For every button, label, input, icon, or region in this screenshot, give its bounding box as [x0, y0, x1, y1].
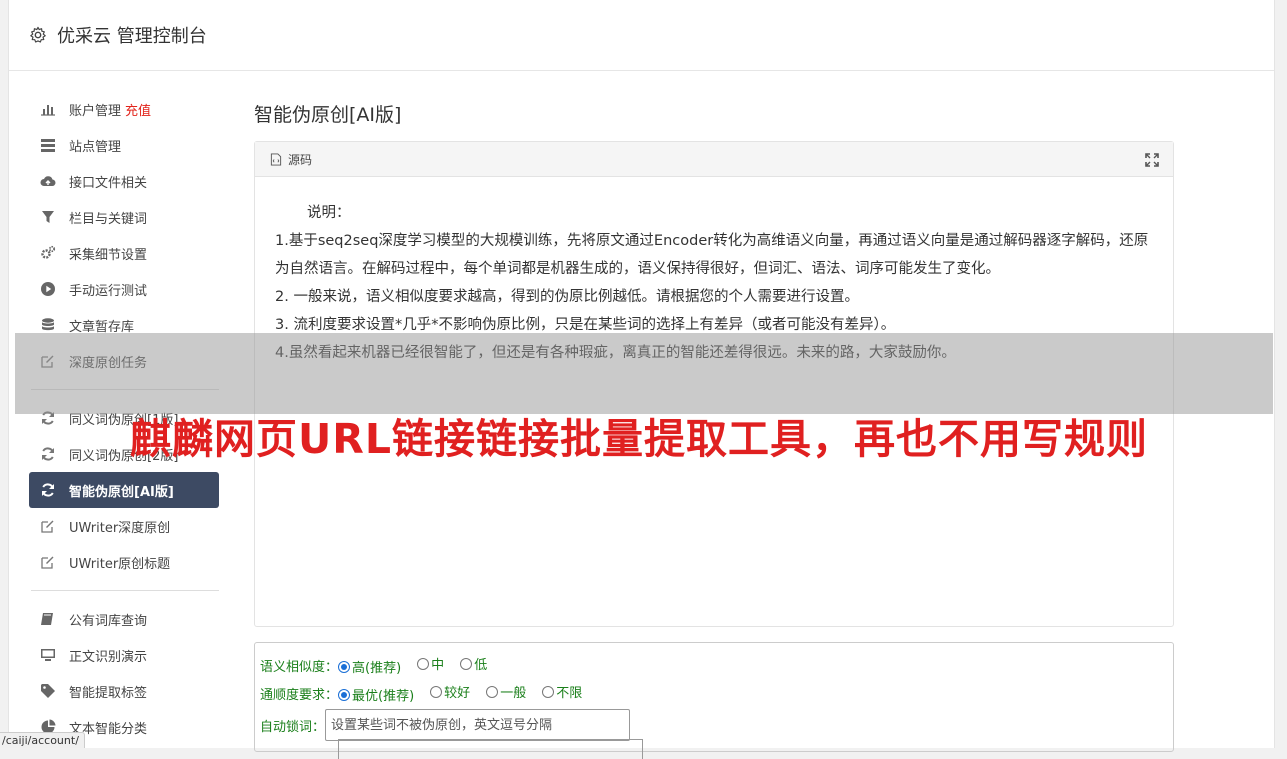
main-content: 智能伪原创[AI版] 源码 说明： 1.基于seq2seq深度学习模型的大规模训…	[254, 101, 1174, 627]
refresh-icon	[40, 446, 56, 462]
sidebar-item-group2-4[interactable]: UWriter原创标题	[29, 544, 219, 580]
fluency-label: 通顺度要求：	[260, 687, 339, 703]
status-bar-url: /caiji/account/	[0, 732, 85, 748]
fluency-option-label: 较好	[444, 686, 471, 701]
refresh-icon	[40, 482, 56, 498]
lock-words-label: 自动锁词：	[260, 719, 326, 735]
fluency-radio-1[interactable]: 较好	[430, 682, 470, 701]
description-heading: 说明：	[307, 205, 351, 221]
source-code-icon[interactable]	[270, 152, 282, 166]
lock-words-input[interactable]	[325, 709, 631, 741]
panel-header: 源码	[255, 142, 1173, 177]
server-list-icon	[40, 137, 56, 153]
radio-button-icon[interactable]	[417, 657, 430, 670]
sidebar-item-group1-2[interactable]: 接口文件相关	[29, 163, 219, 199]
sidebar-item-label: 栏目与关键词	[69, 211, 148, 227]
sidebar-item-group1-0[interactable]: 账户管理 充值	[29, 91, 219, 127]
similarity-row: 语义相似度： 高(推荐) 中 低	[260, 651, 1173, 679]
sidebar-item-label: 智能伪原创[AI版]	[69, 484, 174, 500]
gears-icon	[40, 245, 56, 261]
scrollbar[interactable]	[1277, 0, 1287, 748]
fullscreen-icon[interactable]	[1145, 153, 1159, 167]
similarity-option-label: 中	[431, 658, 445, 673]
cloud-upload-icon	[40, 173, 56, 189]
edit-icon	[40, 518, 56, 534]
sidebar-item-group1-4[interactable]: 采集细节设置	[29, 235, 219, 271]
gear-icon	[30, 26, 46, 43]
sidebar-item-label: 智能提取标签	[69, 685, 148, 701]
similarity-option-label: 低	[474, 658, 488, 673]
sidebar-item-label: 正文识别演示	[69, 649, 148, 665]
sidebar-item-label: UWriter深度原创	[69, 520, 171, 536]
similarity-radio-0[interactable]: 高(推荐)	[338, 657, 401, 676]
sidebar-item-label: 接口文件相关	[69, 175, 148, 191]
panel-header-label[interactable]: 源码	[288, 151, 312, 168]
fluency-radio-3[interactable]: 不限	[542, 682, 582, 701]
sidebar-item-label: 公有词库查询	[69, 613, 148, 629]
sidebar-item-group3-0[interactable]: 公有词库查询	[29, 601, 219, 637]
fluency-radio-0[interactable]: 最优(推荐)	[338, 685, 414, 704]
fluency-radio-2[interactable]: 一般	[486, 682, 526, 701]
bar-chart-icon	[40, 101, 56, 117]
radio-button-icon[interactable]	[338, 660, 351, 673]
gray-overlay-band	[15, 333, 1273, 414]
watermark-banner: 麒麟网页URL链接链接批量提取工具，再也不用写规则	[130, 415, 1148, 463]
sidebar-item-group1-5[interactable]: 手动运行测试	[29, 271, 219, 307]
fluency-option-label: 不限	[556, 686, 583, 701]
sidebar-item-group3-1[interactable]: 正文识别演示	[29, 637, 219, 673]
database-icon	[40, 317, 56, 333]
description-line-1: 1.基于seq2seq深度学习模型的大规模训练，先将原文通过Encoder转化为…	[275, 233, 1149, 277]
secondary-input[interactable]	[338, 739, 643, 759]
description-line-2: 2. 一般来说，语义相似度要求越高，得到的伪原比例越低。请根据您的个人需要进行设…	[275, 289, 859, 305]
radio-button-icon[interactable]	[338, 688, 351, 701]
settings-form: 语义相似度： 高(推荐) 中 低 通顺度要求： 最优(推荐) 较好 一般 不限 自动锁词：	[254, 642, 1174, 759]
monitor-icon	[40, 647, 56, 663]
radio-button-icon[interactable]	[542, 685, 555, 698]
lock-words-row: 自动锁词：	[260, 707, 1173, 743]
sidebar-item-label: 采集细节设置	[69, 247, 148, 263]
sidebar-item-group1-1[interactable]: 站点管理	[29, 127, 219, 163]
sidebar-item-label: 文章暂存库	[69, 319, 135, 335]
sidebar-item-group3-2[interactable]: 智能提取标签	[29, 673, 219, 709]
similarity-option-label: 高(推荐)	[352, 661, 402, 676]
radio-button-icon[interactable]	[430, 685, 443, 698]
sidebar-item-group2-3[interactable]: UWriter深度原创	[29, 508, 219, 544]
edit-icon	[40, 554, 56, 570]
sidebar-item-label: 账户管理	[69, 103, 122, 119]
fluency-option-label: 一般	[500, 686, 527, 701]
fluency-option-label: 最优(推荐)	[352, 689, 415, 704]
play-circle-icon	[40, 281, 56, 297]
sidebar-divider	[31, 590, 219, 591]
filter-icon	[40, 209, 56, 225]
sidebar-item-label: 手动运行测试	[69, 283, 148, 299]
sidebar-item-label: UWriter原创标题	[69, 556, 171, 572]
tag-icon	[40, 683, 56, 699]
radio-button-icon[interactable]	[460, 657, 473, 670]
page-title: 智能伪原创[AI版]	[254, 104, 402, 126]
radio-button-icon[interactable]	[486, 685, 499, 698]
sidebar-item-label: 站点管理	[69, 139, 122, 155]
similarity-label: 语义相似度：	[260, 659, 339, 675]
sidebar-item-group1-3[interactable]: 栏目与关键词	[29, 199, 219, 235]
top-bar: 优采云 管理控制台	[9, 0, 1274, 71]
fluency-row: 通顺度要求： 最优(推荐) 较好 一般 不限	[260, 679, 1173, 707]
recharge-link[interactable]: 充值	[125, 100, 151, 119]
similarity-radio-2[interactable]: 低	[460, 654, 487, 673]
book-icon	[40, 611, 56, 627]
app-title: 优采云 管理控制台	[57, 26, 207, 47]
similarity-radio-1[interactable]: 中	[417, 654, 444, 673]
sidebar-item-group2-2[interactable]: 智能伪原创[AI版]	[29, 472, 219, 508]
